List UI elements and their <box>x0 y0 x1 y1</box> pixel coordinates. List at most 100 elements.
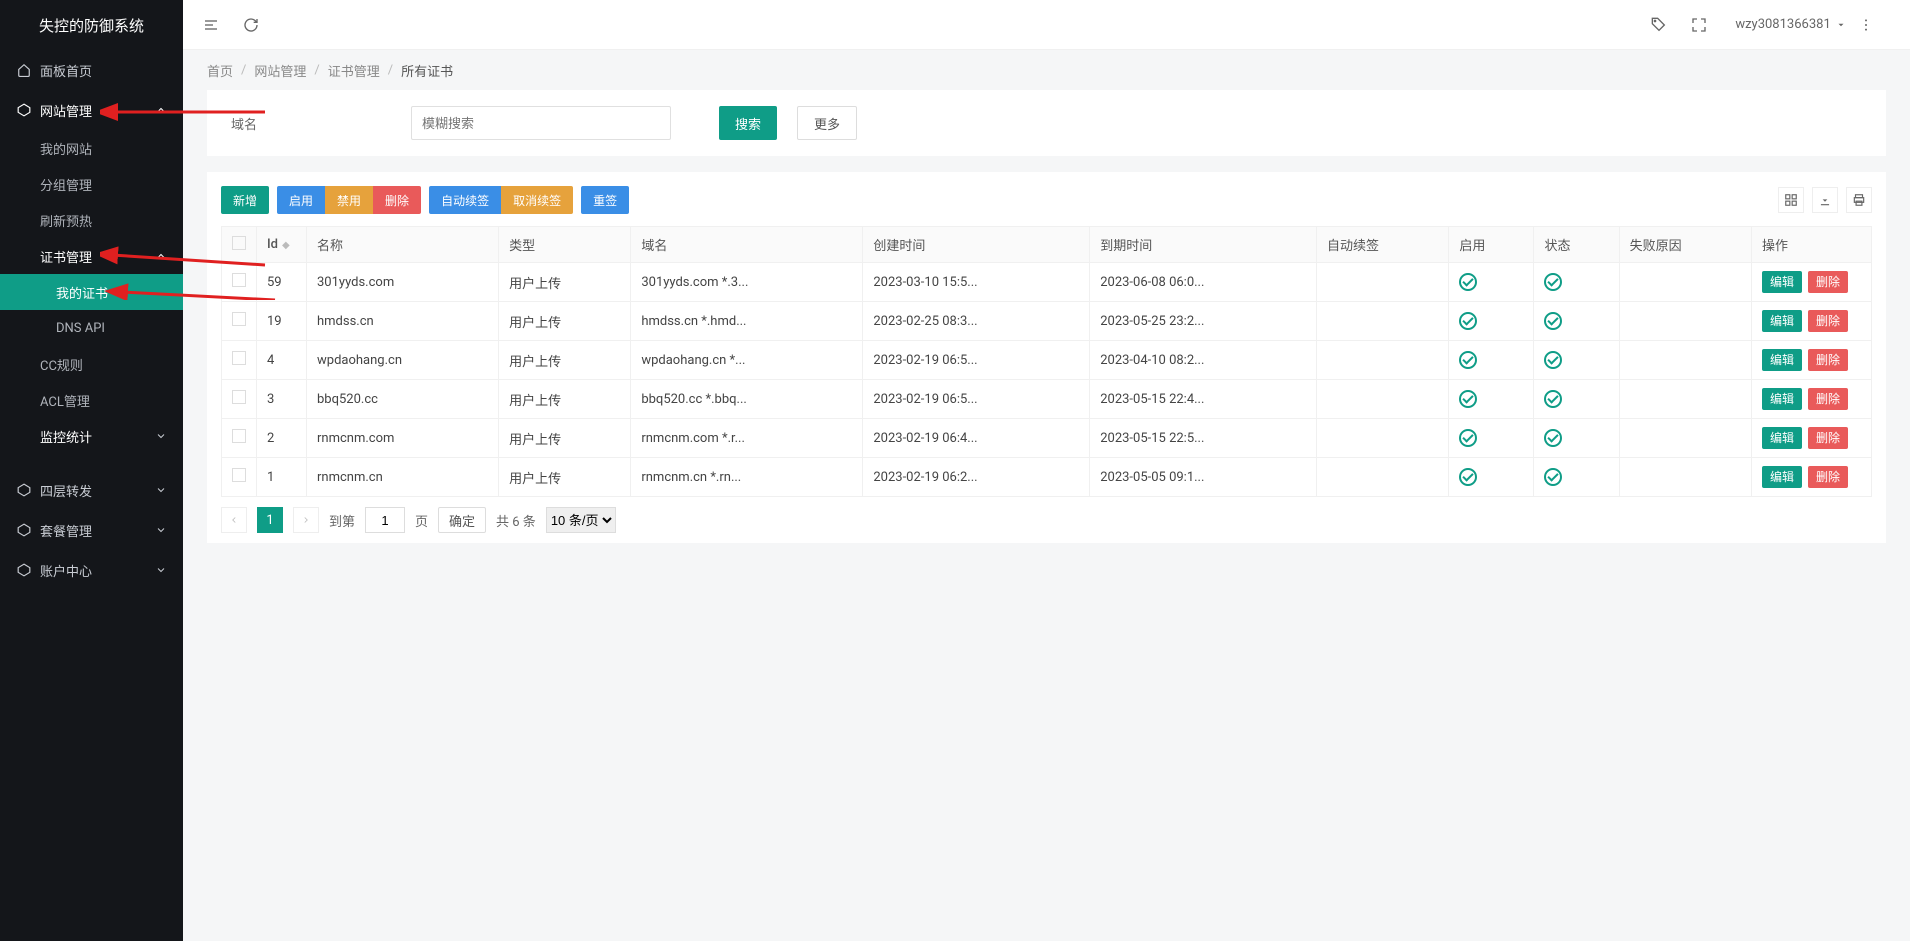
sidebar-item-certmgmt-label: 证书管理 <box>40 247 92 266</box>
col-id[interactable]: Id◆ <box>257 227 307 263</box>
cell-name: rnmcnm.cn <box>307 458 499 497</box>
cell-actions: 编辑 删除 <box>1752 341 1872 380</box>
row-edit-button[interactable]: 编辑 <box>1762 388 1802 410</box>
table-row: 59 301yyds.com 用户上传 301yyds.com *.3... 2… <box>222 263 1872 302</box>
auto-renew-button[interactable]: 自动续签 <box>429 186 501 214</box>
row-checkbox[interactable] <box>232 390 246 404</box>
add-button[interactable]: 新增 <box>221 186 269 214</box>
cell-autorenew <box>1317 380 1449 419</box>
delete-button[interactable]: 删除 <box>373 186 421 214</box>
col-domain[interactable]: 域名 <box>631 227 863 263</box>
row-edit-button[interactable]: 编辑 <box>1762 466 1802 488</box>
select-all-checkbox[interactable] <box>232 236 246 250</box>
cell-expires: 2023-05-15 22:4... <box>1090 380 1317 419</box>
enable-button[interactable]: 启用 <box>277 186 325 214</box>
page-next[interactable] <box>293 507 319 533</box>
row-delete-button[interactable]: 删除 <box>1808 427 1848 449</box>
cell-enabled <box>1449 263 1534 302</box>
row-delete-button[interactable]: 删除 <box>1808 349 1848 371</box>
cell-enabled <box>1449 458 1534 497</box>
more-icon[interactable] <box>1854 13 1878 37</box>
crumb-website[interactable]: 网站管理 <box>254 61 306 80</box>
goto-input[interactable] <box>365 507 405 533</box>
sidebar-item-mycerts[interactable]: 我的证书 <box>0 274 183 310</box>
row-delete-button[interactable]: 删除 <box>1808 310 1848 332</box>
crumb-allcerts: 所有证书 <box>401 61 453 80</box>
page-1[interactable]: 1 <box>257 507 283 533</box>
row-checkbox[interactable] <box>232 351 246 365</box>
user-name[interactable]: wzy3081366381 <box>1735 17 1846 32</box>
col-enabled[interactable]: 启用 <box>1449 227 1534 263</box>
disable-button[interactable]: 禁用 <box>325 186 373 214</box>
columns-icon[interactable] <box>1778 187 1804 213</box>
search-button[interactable]: 搜索 <box>719 106 777 140</box>
cell-name: wpdaohang.cn <box>307 341 499 380</box>
sidebar-item-certmgmt[interactable]: 证书管理 <box>0 238 183 274</box>
sidebar-home[interactable]: 面板首页 <box>0 50 183 90</box>
cell-actions: 编辑 删除 <box>1752 380 1872 419</box>
cell-created: 2023-02-25 08:3... <box>863 302 1090 341</box>
tag-icon[interactable] <box>1647 13 1671 37</box>
cell-fail <box>1619 380 1751 419</box>
col-name[interactable]: 名称 <box>307 227 499 263</box>
row-checkbox[interactable] <box>232 273 246 287</box>
refresh-icon[interactable] <box>239 13 263 37</box>
sidebar-item-ccrules[interactable]: CC规则 <box>0 346 183 382</box>
cell-created: 2023-02-19 06:5... <box>863 341 1090 380</box>
row-delete-button[interactable]: 删除 <box>1808 271 1848 293</box>
row-edit-button[interactable]: 编辑 <box>1762 427 1802 449</box>
cell-actions: 编辑 删除 <box>1752 458 1872 497</box>
cancel-renew-button[interactable]: 取消续签 <box>501 186 573 214</box>
crumb-certmgmt[interactable]: 证书管理 <box>328 61 380 80</box>
sidebar-item-acl[interactable]: ACL管理 <box>0 382 183 418</box>
breadcrumb: 首页 / 网站管理 / 证书管理 / 所有证书 <box>183 50 1910 90</box>
col-type[interactable]: 类型 <box>499 227 631 263</box>
cell-fail <box>1619 341 1751 380</box>
row-edit-button[interactable]: 编辑 <box>1762 310 1802 332</box>
print-icon[interactable] <box>1846 187 1872 213</box>
goto-confirm[interactable]: 确定 <box>438 507 486 533</box>
row-checkbox[interactable] <box>232 312 246 326</box>
search-input[interactable] <box>411 106 671 140</box>
resign-button[interactable]: 重签 <box>581 186 629 214</box>
sidebar-item-mysites[interactable]: 我的网站 <box>0 130 183 166</box>
fullscreen-icon[interactable] <box>1687 13 1711 37</box>
sidebar-section-website[interactable]: 网站管理 <box>0 90 183 130</box>
row-delete-button[interactable]: 删除 <box>1808 388 1848 410</box>
sidebar-item-dnsapi[interactable]: DNS API <box>0 310 183 346</box>
col-status[interactable]: 状态 <box>1534 227 1619 263</box>
row-edit-button[interactable]: 编辑 <box>1762 271 1802 293</box>
cell-id: 4 <box>257 341 307 380</box>
pagination: 1 到第 页 确定 共 6 条 10 条/页 <box>221 507 1872 533</box>
col-autorenew[interactable]: 自动续签 <box>1317 227 1449 263</box>
cell-actions: 编辑 删除 <box>1752 263 1872 302</box>
col-expires[interactable]: 到期时间 <box>1090 227 1317 263</box>
cell-autorenew <box>1317 419 1449 458</box>
col-created[interactable]: 创建时间 <box>863 227 1090 263</box>
sidebar-item-monitor[interactable]: 监控统计 <box>0 418 183 454</box>
sidebar-section-label: 四层转发 <box>40 481 92 500</box>
sidebar-item-groups[interactable]: 分组管理 <box>0 166 183 202</box>
row-checkbox[interactable] <box>232 468 246 482</box>
row-checkbox[interactable] <box>232 429 246 443</box>
cell-id: 2 <box>257 419 307 458</box>
row-delete-button[interactable]: 删除 <box>1808 466 1848 488</box>
crumb-home[interactable]: 首页 <box>207 61 233 80</box>
sidebar-section-plans[interactable]: 套餐管理 <box>0 510 183 550</box>
menu-toggle-icon[interactable] <box>199 13 223 37</box>
page-prev[interactable] <box>221 507 247 533</box>
col-failreason[interactable]: 失败原因 <box>1619 227 1751 263</box>
cell-domain: wpdaohang.cn *... <box>631 341 863 380</box>
cell-name: 301yyds.com <box>307 263 499 302</box>
btn-group-renew: 自动续签 取消续签 <box>429 186 573 214</box>
sidebar-item-refresh[interactable]: 刷新预热 <box>0 202 183 238</box>
row-edit-button[interactable]: 编辑 <box>1762 349 1802 371</box>
sidebar-section-layer4[interactable]: 四层转发 <box>0 470 183 510</box>
more-button[interactable]: 更多 <box>797 106 857 140</box>
cell-fail <box>1619 419 1751 458</box>
sidebar-section-account[interactable]: 账户中心 <box>0 550 183 590</box>
export-icon[interactable] <box>1812 187 1838 213</box>
pagesize-select[interactable]: 10 条/页 <box>546 507 616 533</box>
chevron-down-icon <box>155 430 167 442</box>
cell-enabled <box>1449 341 1534 380</box>
